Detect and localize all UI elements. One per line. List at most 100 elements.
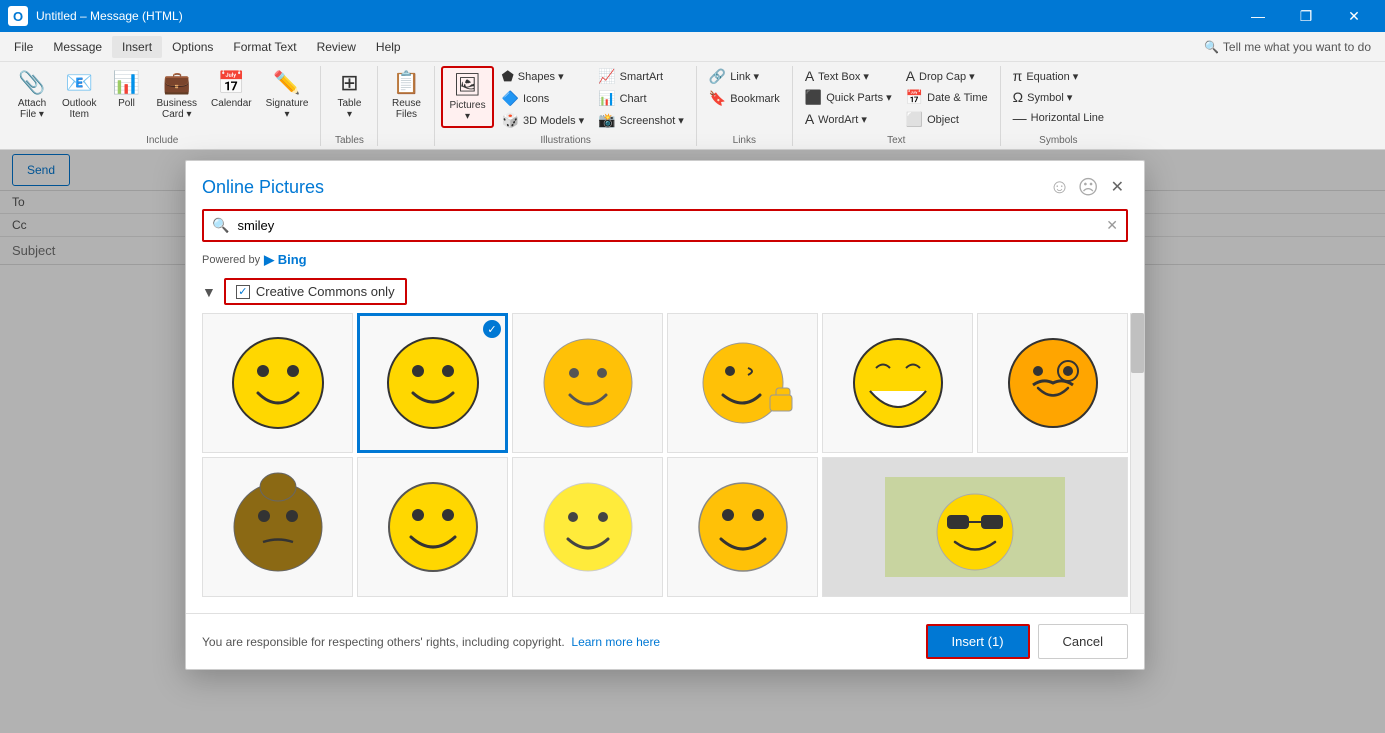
bookmark-button[interactable]: 🔖Bookmark [703, 88, 786, 109]
tell-me[interactable]: 🔍 Tell me what you want to do [1194, 40, 1381, 54]
menu-review[interactable]: Review [307, 36, 366, 58]
ribbon-group-links: 🔗Link ▾ 🔖Bookmark Links [699, 66, 793, 146]
pictures-button[interactable]: 🖼 Pictures▾ [441, 66, 493, 128]
menu-help[interactable]: Help [366, 36, 411, 58]
image-cell-8[interactable] [357, 457, 508, 597]
ribbon-group-illustrations: 🖼 Pictures▾ ⬟Shapes ▾ 🔷Icons 🎲3D Models … [437, 66, 696, 146]
insert-button[interactable]: Insert (1) [926, 624, 1030, 659]
date-time-button[interactable]: 📅Date & Time [900, 87, 994, 108]
symbols-group-label: Symbols [1039, 133, 1077, 146]
search-clear-icon[interactable]: ✕ [1106, 217, 1118, 234]
online-pictures-dialog: Online Pictures ☺ ☹ ✕ 🔍 ✕ Powered by ▶ B… [185, 160, 1145, 670]
dialog-header: Online Pictures ☺ ☹ ✕ [186, 161, 1144, 209]
footer-buttons: Insert (1) Cancel [926, 624, 1128, 659]
chart-button[interactable]: 📊Chart [592, 88, 690, 109]
search-bar: 🔍 ✕ [202, 209, 1128, 242]
search-container: 🔍 ✕ [186, 209, 1144, 250]
reuse-files-button[interactable]: 📋 ReuseFiles [384, 66, 428, 124]
dialog-close-button[interactable]: ✕ [1107, 173, 1128, 201]
filter-bar: ▼ ✓ Creative Commons only [186, 274, 1144, 313]
cancel-button[interactable]: Cancel [1038, 624, 1128, 659]
smiley-negative-icon: ☹ [1078, 175, 1099, 200]
shapes-button[interactable]: ⬟Shapes ▾ [496, 66, 591, 87]
learn-more-link[interactable]: Learn more here [571, 635, 660, 649]
include-group-label: Include [146, 133, 178, 146]
powered-by-text: Powered by [202, 254, 260, 266]
drop-cap-button[interactable]: ADrop Cap ▾ [900, 66, 994, 86]
image-cell-2[interactable] [357, 313, 508, 453]
illustrations-group-label: Illustrations [540, 133, 591, 146]
image-cell-9[interactable] [512, 457, 663, 597]
menu-message[interactable]: Message [43, 36, 112, 58]
checkbox-check-icon: ✓ [238, 285, 247, 298]
outlook-item-button[interactable]: 📧 OutlookItem [56, 66, 102, 124]
screenshot-button[interactable]: 📸Screenshot ▾ [592, 110, 690, 131]
dialog-title: Online Pictures [202, 177, 324, 198]
3d-models-button[interactable]: 🎲3D Models ▾ [496, 110, 591, 131]
horizontal-line-button[interactable]: —Horizontal Line [1007, 108, 1110, 128]
image-cell-3[interactable] [512, 313, 663, 453]
tables-group-label: Tables [335, 133, 364, 146]
symbol-button[interactable]: ΩSymbol ▾ [1007, 87, 1110, 107]
signature-button[interactable]: ✏️ Signature▾ [260, 66, 315, 124]
icons-button[interactable]: 🔷Icons [496, 88, 591, 109]
menu-format-text[interactable]: Format Text [223, 36, 306, 58]
bing-credit: Powered by ▶ Bing [186, 250, 1144, 274]
creative-commons-checkbox[interactable]: ✓ [236, 285, 250, 299]
smiley-positive-icon: ☺ [1049, 176, 1069, 199]
image-cell-1[interactable] [202, 313, 353, 453]
bing-logo: ▶ Bing [264, 252, 307, 268]
search-icon: 🔍 [212, 217, 229, 234]
attach-file-button[interactable]: 📎 AttachFile ▾ [10, 66, 54, 124]
dialog-header-right: ☺ ☹ ✕ [1049, 173, 1128, 201]
app-logo: O [8, 6, 28, 26]
ribbon-group-text: AText Box ▾ ⬛Quick Parts ▾ AWordArt ▾ AD… [795, 66, 1001, 146]
smartart-button[interactable]: 📈SmartArt [592, 66, 690, 87]
close-button[interactable]: ✕ [1331, 0, 1377, 32]
links-group-label: Links [733, 133, 756, 146]
creative-commons-filter[interactable]: ✓ Creative Commons only [224, 278, 407, 305]
image-cell-6[interactable] [977, 313, 1128, 453]
creative-commons-label: Creative Commons only [256, 284, 395, 299]
title-bar: O Untitled – Message (HTML) — ❐ ✕ [0, 0, 1385, 32]
image-cell-7[interactable] [202, 457, 353, 597]
image-grid-container [186, 313, 1144, 613]
search-input[interactable] [237, 218, 1106, 233]
quick-parts-button[interactable]: ⬛Quick Parts ▾ [799, 87, 898, 108]
image-cell-4[interactable] [667, 313, 818, 453]
filter-icon: ▼ [202, 284, 216, 300]
scrollbar[interactable] [1130, 313, 1144, 613]
business-card-button[interactable]: 💼 BusinessCard ▾ [150, 66, 203, 124]
ribbon-group-include: 📎 AttachFile ▾ 📧 OutlookItem 📊 Poll 💼 Bu… [6, 66, 321, 146]
image-grid [202, 313, 1128, 597]
image-cell-10[interactable] [667, 457, 818, 597]
text-group-label: Text [887, 133, 905, 146]
menu-file[interactable]: File [4, 36, 43, 58]
window-controls: — ❐ ✕ [1235, 0, 1377, 32]
table-button[interactable]: ⊞ Table▾ [327, 66, 371, 124]
poll-button[interactable]: 📊 Poll [104, 66, 148, 113]
main-content: Send To Cc Online Pictures ☺ ☹ ✕ [0, 150, 1385, 733]
ribbon-group-reuse: 📋 ReuseFiles [380, 66, 435, 146]
calendar-button[interactable]: 📅 Calendar [205, 66, 258, 113]
ribbon-group-symbols: πEquation ▾ ΩSymbol ▾ —Horizontal Line S… [1003, 66, 1116, 146]
dialog-overlay: Online Pictures ☺ ☹ ✕ 🔍 ✕ Powered by ▶ B… [0, 150, 1385, 733]
wordart-button[interactable]: AWordArt ▾ [799, 109, 898, 129]
scrollbar-thumb[interactable] [1131, 313, 1144, 373]
menu-options[interactable]: Options [162, 36, 223, 58]
menu-insert[interactable]: Insert [112, 36, 162, 58]
restore-button[interactable]: ❐ [1283, 0, 1329, 32]
ribbon: 📎 AttachFile ▾ 📧 OutlookItem 📊 Poll 💼 Bu… [0, 62, 1385, 150]
footer-text: You are responsible for respecting other… [202, 635, 660, 649]
image-cell-5[interactable] [822, 313, 973, 453]
window-title: Untitled – Message (HTML) [36, 9, 1235, 23]
text-box-button[interactable]: AText Box ▾ [799, 66, 898, 86]
link-button[interactable]: 🔗Link ▾ [703, 66, 786, 87]
image-cell-11[interactable] [822, 457, 1128, 597]
minimize-button[interactable]: — [1235, 0, 1281, 32]
equation-button[interactable]: πEquation ▾ [1007, 66, 1110, 86]
dialog-footer: You are responsible for respecting other… [186, 613, 1144, 669]
ribbon-group-tables: ⊞ Table▾ Tables [323, 66, 378, 146]
object-button[interactable]: ⬜Object [900, 109, 994, 130]
menu-bar: File Message Insert Options Format Text … [0, 32, 1385, 62]
